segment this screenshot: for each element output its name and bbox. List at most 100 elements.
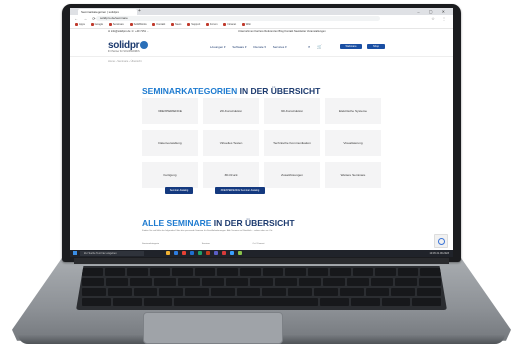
shop-button[interactable]: Shop	[367, 44, 385, 49]
bookmark-item[interactable]: Seminare	[109, 22, 124, 28]
3dx-catalog-download-button[interactable]: 3DEXPERIENCE Seminar-Katalog	[215, 187, 265, 194]
key	[226, 278, 249, 286]
taskbar-search[interactable]: Zur Suche Text hier eingeben	[80, 251, 144, 256]
chrome-icon[interactable]	[182, 251, 186, 255]
nav-item[interactable]: Software ▾	[232, 45, 246, 49]
key	[217, 268, 238, 276]
category-tile[interactable]: Virtuelles Testen	[203, 130, 259, 156]
nav-item[interactable]: Lösungen ▾	[210, 45, 226, 49]
bookmark-item[interactable]: News	[171, 22, 182, 28]
category-tile[interactable]: Technische Kommunikation	[264, 130, 320, 156]
key	[314, 288, 338, 296]
edge-icon[interactable]	[174, 251, 178, 255]
app-icon[interactable]	[230, 251, 234, 255]
catalog-download-button[interactable]: Seminar-Katalog	[165, 187, 193, 194]
system-tray-clock[interactable]: 10:45 21.06.2023	[430, 250, 449, 257]
key	[262, 288, 287, 296]
filter-label[interactable]: Ort / Format	[253, 243, 265, 245]
key	[202, 278, 225, 286]
key	[420, 268, 441, 276]
category-grid: 3DEXPERIENCE 2D-Konstruktion 3D-Konstruk…	[142, 98, 382, 188]
key	[172, 268, 193, 276]
new-tab-button[interactable]: +	[138, 8, 141, 15]
key	[82, 278, 105, 286]
category-tile[interactable]: Visualisierung	[325, 130, 381, 156]
breadcrumb[interactable]: Home › Seminare › Übersicht	[108, 60, 142, 63]
category-tile[interactable]: 3D-Konstruktion	[264, 98, 320, 124]
key	[130, 278, 153, 286]
excel-icon[interactable]	[198, 251, 202, 255]
nav-item[interactable]: Dienste ▾	[253, 45, 266, 49]
folder-icon[interactable]	[166, 251, 170, 255]
filter-row: Seminarkategorie Seminar Ort / Format	[142, 243, 378, 245]
search-cart-icons[interactable]: ⌕ 🛒	[308, 44, 325, 49]
key	[417, 288, 441, 296]
category-tile[interactable]: Datenverwaltung	[142, 130, 198, 156]
window-controls[interactable]: – ▢ ✕	[417, 8, 449, 15]
key	[397, 268, 419, 276]
bookmark-item[interactable]: SolidWorks	[130, 22, 147, 28]
bookmark-item[interactable]: Kontakt	[152, 22, 165, 28]
logo-mark-icon	[140, 41, 149, 50]
key	[185, 288, 209, 296]
key	[418, 278, 441, 286]
key	[288, 288, 313, 296]
trackpad	[143, 312, 283, 344]
category-tile[interactable]: Zusatzlösungen	[264, 162, 320, 188]
site-header: solidpr Ihr Partner für SOLIDWORKS Lösun…	[70, 34, 453, 57]
key	[262, 268, 284, 276]
webinar-button[interactable]: Webinare	[340, 44, 362, 49]
nav-item[interactable]: Services ▾	[273, 45, 287, 49]
key	[394, 278, 417, 286]
key	[159, 288, 184, 296]
bookmark-item[interactable]: Forum	[206, 22, 218, 28]
browser-nav-buttons[interactable]: ← → ⟳	[74, 15, 98, 22]
key	[178, 278, 201, 286]
bookmark-item[interactable]: Support	[187, 22, 200, 28]
filter-label[interactable]: Seminarkategorie	[142, 243, 159, 245]
category-tile[interactable]: 2D-Konstruktion	[203, 98, 259, 124]
bookmarks-bar: Apps Google Seminare SolidWorks Kontakt …	[70, 22, 453, 29]
bookmark-item[interactable]: Google	[91, 22, 103, 28]
app-icon[interactable]	[238, 251, 242, 255]
browser-menu-icons[interactable]: ☆ ⋮	[431, 15, 449, 22]
bookmark-item[interactable]: Intranet	[223, 22, 236, 28]
key	[107, 288, 132, 296]
url-field[interactable]: solidpro.de/seminare	[96, 16, 380, 21]
heading-highlight: ALLE SEMINARE	[142, 218, 212, 228]
category-tile[interactable]: 3D-Druck	[203, 162, 259, 188]
key	[391, 288, 416, 296]
key	[106, 278, 129, 286]
key	[339, 288, 364, 296]
solidworks-icon[interactable]	[222, 251, 226, 255]
key	[127, 268, 148, 276]
powerpoint-icon[interactable]	[206, 251, 210, 255]
tagline: Ihr Partner für SOLIDWORKS	[108, 50, 140, 53]
key-row	[76, 298, 447, 306]
category-tile[interactable]: Fertigung	[142, 162, 198, 188]
key	[352, 268, 374, 276]
heading-rest: IN DER ÜBERSICHT	[211, 218, 295, 228]
outlook-icon[interactable]	[190, 251, 194, 255]
categories-heading: SEMINARKATEGORIEN IN DER ÜBERSICHT	[142, 86, 320, 96]
main-nav: Lösungen ▾ Software ▾ Dienste ▾ Services…	[210, 45, 293, 49]
key	[194, 268, 216, 276]
bookmark-item[interactable]: Wiki	[242, 22, 251, 28]
start-icon[interactable]	[73, 251, 77, 255]
key	[210, 288, 235, 296]
filter-label[interactable]: Seminar	[202, 243, 210, 245]
recaptcha-badge-icon[interactable]	[434, 234, 448, 248]
key	[298, 278, 321, 286]
teams-icon[interactable]	[214, 251, 218, 255]
category-tile[interactable]: 3DEXPERIENCE	[142, 98, 198, 124]
key	[154, 278, 177, 286]
key	[346, 278, 369, 286]
key	[320, 298, 349, 306]
key	[82, 268, 103, 276]
key	[149, 268, 171, 276]
key	[350, 298, 380, 306]
key-row	[76, 288, 447, 296]
category-tile[interactable]: Weitere Seminare	[325, 162, 381, 188]
bookmark-item[interactable]: Apps	[75, 22, 85, 28]
category-tile[interactable]: Elektrische Systeme	[325, 98, 381, 124]
